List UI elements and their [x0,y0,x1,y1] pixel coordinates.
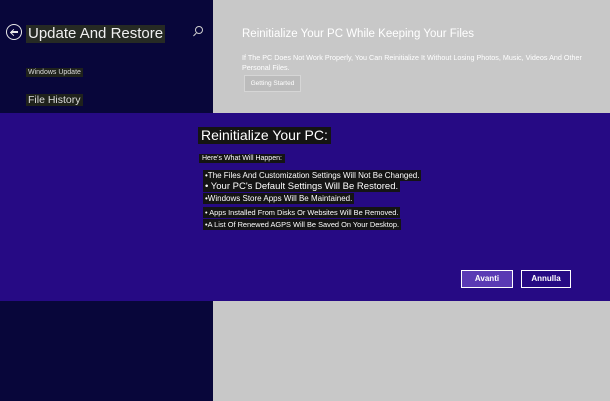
dialog-bullet: •A List Of Renewed AGPS Will Be Saved On… [203,219,402,230]
sidebar-title: Update And Restore [26,25,166,43]
reinitialize-dialog: Reinitialize Your PC: Here's What Will H… [0,113,610,301]
search-icon[interactable] [192,26,204,38]
section-description: If The PC Does Not Work Properly, You Ca… [242,53,582,72]
back-arrow-icon[interactable] [6,24,22,40]
dialog-title: Reinitialize Your PC: [198,127,331,144]
cancel-button[interactable]: Annulla [521,270,571,288]
sidebar-item-windows-update[interactable]: Windows Update [26,68,83,77]
dialog-bullet: • Your PC's Default Settings Will Be Res… [203,181,401,192]
dialog-subtitle: Here's What Will Happen: [199,154,285,163]
getting-started-button[interactable]: Getting Started [244,75,301,92]
sidebar-item-file-history[interactable]: File History [26,94,83,106]
dialog-bullet: •The Files And Customization Settings Wi… [203,170,422,181]
section-title: Reinitialize Your PC While Keeping Your … [242,28,475,40]
dialog-bullet: • Apps Installed From Disks Or Websites … [203,207,401,218]
dialog-bullet: •Windows Store Apps Will Be Maintained. [203,193,355,204]
next-button[interactable]: Avanti [461,270,513,288]
